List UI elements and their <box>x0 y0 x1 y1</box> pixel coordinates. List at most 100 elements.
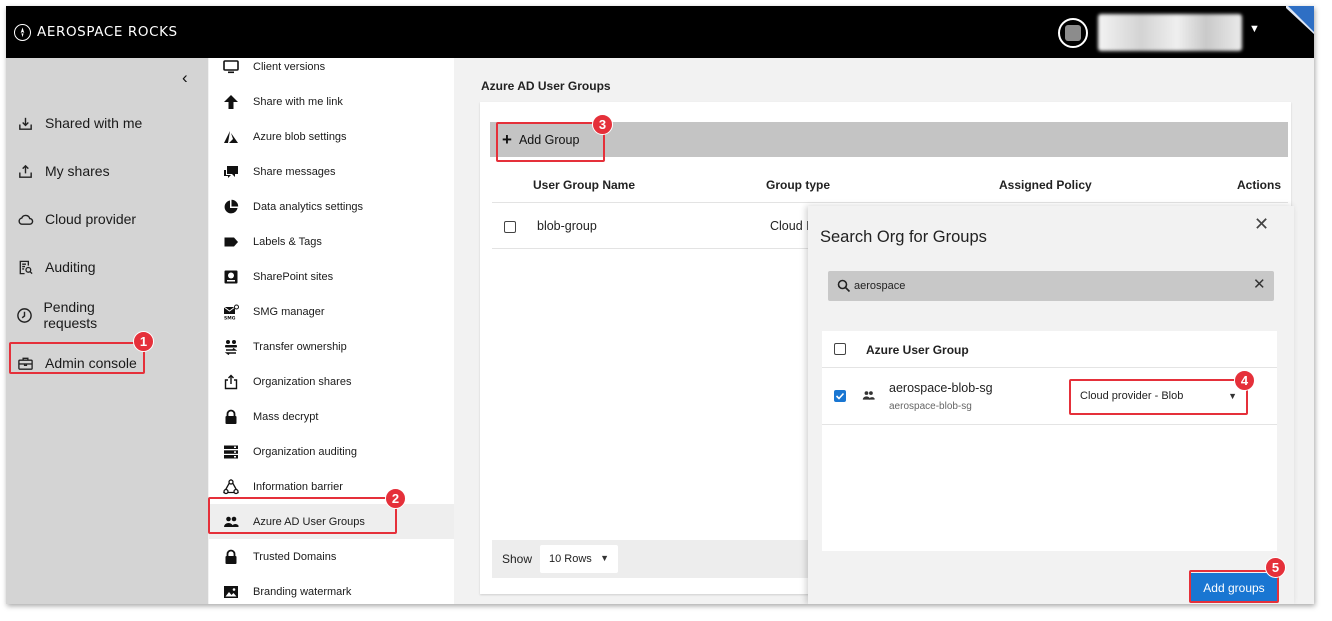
submenu-label: Client versions <box>253 60 326 73</box>
cloud-icon <box>12 211 38 228</box>
audit-icon <box>12 259 38 276</box>
submenu-item-client-versions[interactable]: Client versions <box>209 58 454 84</box>
sharepoint-icon <box>223 269 239 285</box>
nav-item-admin-console[interactable]: Admin console <box>10 346 146 380</box>
submenu-item-information-barrier[interactable]: Information barrier <box>209 469 454 504</box>
people-group-icon <box>862 391 875 400</box>
submenu-item-azure-ad-user-groups[interactable]: Azure AD User Groups <box>209 504 454 539</box>
submenu-label: SMG manager <box>253 305 325 318</box>
callout-badge-5: 5 <box>1265 557 1286 578</box>
policy-select-value: Cloud provider - Blob <box>1080 390 1184 402</box>
nav-item-my-shares[interactable]: My shares <box>10 154 146 188</box>
nav-item-pending-requests[interactable]: Pending requests <box>10 298 146 332</box>
top-bar: AEROSPACE ROCKS ▼ <box>6 6 1314 58</box>
download-tray-icon <box>12 115 38 132</box>
submenu-label: Azure blob settings <box>253 130 347 143</box>
submenu-item-smg-manager[interactable]: SMG SMG manager <box>209 294 454 329</box>
group-results-list: Azure User Group aerospace-blob-sg aeros… <box>822 331 1277 551</box>
nav-label: Admin console <box>45 355 137 371</box>
select-all-checkbox[interactable] <box>834 343 846 355</box>
submenu-label: Organization auditing <box>253 445 357 458</box>
submenu-item-azure-blob-settings[interactable]: Azure blob settings <box>209 119 454 154</box>
policy-select[interactable]: Cloud provider - Blob ▼ <box>1072 381 1247 411</box>
list-row-divider <box>822 424 1277 425</box>
result-group-name: aerospace-blob-sg <box>889 381 993 395</box>
arrow-up-icon <box>223 94 239 110</box>
close-icon[interactable]: ✕ <box>1254 214 1269 235</box>
add-groups-button[interactable]: Add groups <box>1191 573 1277 602</box>
search-org-groups-dialog: Search Org for Groups ✕ ✕ Azure User Gro… <box>808 206 1294 604</box>
add-group-button[interactable]: + Add Group <box>492 124 589 155</box>
submenu-label: SharePoint sites <box>253 270 334 283</box>
submenu-label: Share messages <box>253 165 336 178</box>
user-avatar[interactable] <box>1058 18 1088 48</box>
search-icon <box>837 279 851 293</box>
submenu-item-sharepoint-sites[interactable]: SharePoint sites <box>209 259 454 294</box>
submenu-item-organization-auditing[interactable]: Organization auditing <box>209 434 454 469</box>
app-window: AEROSPACE ROCKS ▼ ‹ Shared with me My sh… <box>6 6 1314 604</box>
checkmark-icon <box>835 392 845 400</box>
submenu-label: Transfer ownership <box>253 340 347 353</box>
group-type-cell: Cloud I <box>770 219 810 233</box>
group-name-cell[interactable]: blob-group <box>537 219 597 233</box>
nav-item-shared-with-me[interactable]: Shared with me <box>10 106 146 140</box>
nav-label: Pending requests <box>43 299 98 331</box>
submenu-item-labels-tags[interactable]: Labels & Tags <box>209 224 454 259</box>
chat-bubbles-icon <box>223 164 239 180</box>
group-search-field[interactable]: ✕ <box>828 271 1274 301</box>
collapse-sidebar-chevron-icon[interactable]: ‹ <box>182 68 188 88</box>
nav-item-auditing[interactable]: Auditing <box>10 250 146 284</box>
user-name-blurred[interactable] <box>1098 14 1242 51</box>
result-group-subtitle: aerospace-blob-sg <box>889 401 972 412</box>
lock-icon <box>223 549 239 565</box>
submenu-item-transfer-ownership[interactable]: Transfer ownership <box>209 329 454 364</box>
add-group-label: Add Group <box>518 132 580 147</box>
submenu-label: Azure AD User Groups <box>253 515 365 528</box>
user-menu-caret-icon[interactable]: ▼ <box>1249 23 1260 35</box>
clear-search-icon[interactable]: ✕ <box>1253 275 1266 293</box>
rows-per-page-select[interactable]: 10 Rows ▼ <box>540 545 618 573</box>
label-tag-icon <box>223 234 239 250</box>
submenu-label: Branding watermark <box>253 585 352 598</box>
briefcase-icon <box>12 355 38 372</box>
nav-label: Cloud provider <box>45 211 137 227</box>
nav-label: Auditing <box>45 259 96 275</box>
nav-item-cloud-provider[interactable]: Cloud provider <box>10 202 146 236</box>
rows-per-page-value: 10 Rows <box>549 553 592 565</box>
clock-icon <box>12 307 36 324</box>
row-checkbox[interactable] <box>504 221 516 233</box>
submenu-item-data-analytics-settings[interactable]: Data analytics settings <box>209 189 454 224</box>
submenu-item-share-messages[interactable]: Share messages <box>209 154 454 189</box>
submenu-item-mass-decrypt[interactable]: Mass decrypt <box>209 399 454 434</box>
submenu-item-organization-shares[interactable]: Organization shares <box>209 364 454 399</box>
column-header-group-type[interactable]: Group type <box>766 178 830 192</box>
search-input[interactable] <box>854 276 1234 296</box>
submenu-label: Mass decrypt <box>253 410 319 423</box>
brand-name: AEROSPACE ROCKS <box>37 24 178 40</box>
submenu-item-share-with-me-link[interactable]: Share with me link <box>209 84 454 119</box>
column-header-user-group-name[interactable]: User Group Name <box>533 178 635 192</box>
plus-icon: + <box>502 130 512 149</box>
corner-page-curl-icon <box>1286 6 1314 34</box>
image-icon <box>223 584 239 600</box>
submenu-item-trusted-domains[interactable]: Trusted Domains <box>209 539 454 574</box>
dropdown-caret-icon: ▼ <box>1228 391 1237 401</box>
submenu-label: Trusted Domains <box>253 550 337 563</box>
share-upload-icon <box>223 374 239 390</box>
column-header-actions: Actions <box>1237 178 1282 192</box>
dropdown-caret-icon: ▼ <box>600 553 609 563</box>
rocket-logo-icon <box>14 23 31 41</box>
azure-logo-icon <box>223 129 239 145</box>
result-checkbox-checked[interactable] <box>834 390 846 402</box>
monitor-icon <box>223 59 239 75</box>
submenu-item-branding-watermark[interactable]: Branding watermark <box>209 574 454 604</box>
pie-chart-icon <box>223 199 239 215</box>
people-group-icon <box>223 514 239 530</box>
submenu-label: Share with me link <box>253 95 343 108</box>
column-header-assigned-policy[interactable]: Assigned Policy <box>999 178 1092 192</box>
upload-tray-icon <box>12 163 38 180</box>
submenu-label: Organization shares <box>253 375 352 388</box>
callout-badge-3: 3 <box>592 114 613 135</box>
page-title: Azure AD User Groups <box>481 79 611 93</box>
brand[interactable]: AEROSPACE ROCKS <box>14 19 178 45</box>
